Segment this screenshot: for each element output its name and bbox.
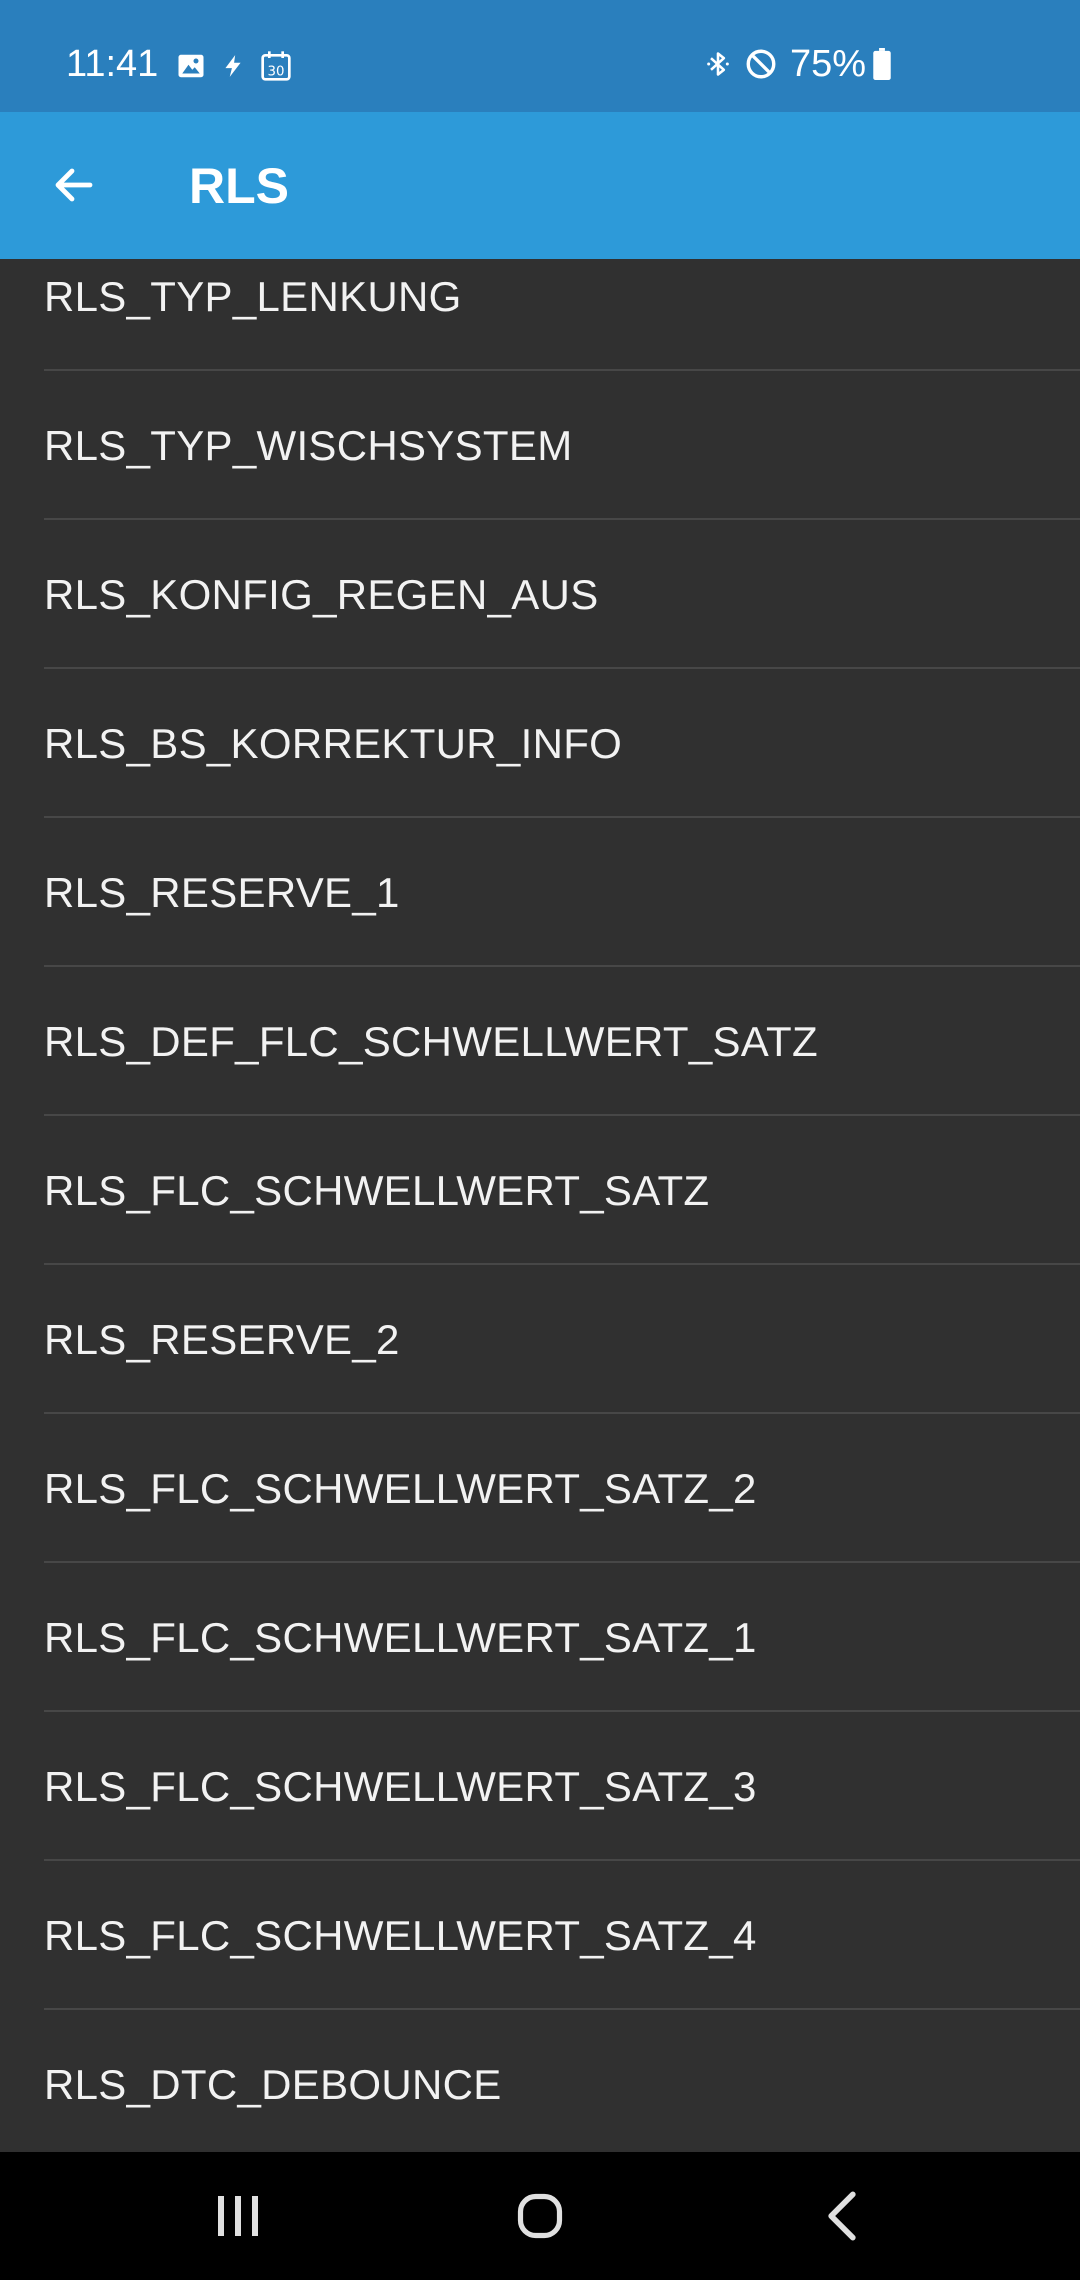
list-item[interactable]: RLS_FLC_SCHWELLWERT_SATZ xyxy=(0,1116,1080,1265)
navigation-bar xyxy=(0,2152,1080,2280)
parameter-list[interactable]: RLS_TYP_LENKUNG RLS_TYP_WISCHSYSTEM RLS_… xyxy=(0,259,1080,2152)
list-item-label: RLS_FLC_SCHWELLWERT_SATZ_2 xyxy=(44,1464,757,1512)
list-item[interactable]: RLS_BS_KORREKTUR_INFO xyxy=(0,669,1080,818)
list-item[interactable]: RLS_TYP_LENKUNG xyxy=(0,259,1080,371)
recents-icon xyxy=(218,2196,258,2236)
calendar-icon: 30 xyxy=(260,50,292,82)
back-button[interactable] xyxy=(34,145,114,225)
image-icon xyxy=(176,51,206,81)
battery-percent: 75% xyxy=(789,43,866,85)
list-item[interactable]: RLS_FLC_SCHWELLWERT_SATZ_2 xyxy=(0,1414,1080,1563)
status-left-icons: 30 xyxy=(176,50,306,82)
do-not-disturb-icon xyxy=(744,47,778,81)
calendar-day: 30 xyxy=(268,64,285,79)
home-icon xyxy=(517,2193,563,2239)
list-item[interactable]: RLS_RESERVE_1 xyxy=(0,818,1080,967)
app-bar: RLS xyxy=(0,112,1080,259)
status-right-icons: 75% xyxy=(704,42,904,86)
list-item-label: RLS_BS_KORREKTUR_INFO xyxy=(44,719,623,767)
list-item[interactable]: RLS_RESERVE_2 xyxy=(0,1265,1080,1414)
list-item-label: RLS_FLC_SCHWELLWERT_SATZ_3 xyxy=(44,1762,757,1810)
list-item[interactable]: RLS_FLC_SCHWELLWERT_SATZ_3 xyxy=(0,1712,1080,1861)
list-item[interactable]: RLS_DTC_DEBOUNCE xyxy=(0,2010,1080,2152)
list-item-label: RLS_FLC_SCHWELLWERT_SATZ_1 xyxy=(44,1613,757,1661)
home-button[interactable] xyxy=(480,2176,600,2256)
bolt-icon xyxy=(220,51,246,81)
list-item-label: RLS_TYP_LENKUNG xyxy=(44,272,462,320)
list-item[interactable]: RLS_DEF_FLC_SCHWELLWERT_SATZ xyxy=(0,967,1080,1116)
list-item[interactable]: RLS_FLC_SCHWELLWERT_SATZ_4 xyxy=(0,1861,1080,2010)
list-item-label: RLS_RESERVE_1 xyxy=(44,868,400,916)
system-back-button[interactable] xyxy=(782,2176,902,2256)
status-bar: 11:41 30 75% xyxy=(0,0,1080,112)
battery-icon xyxy=(872,48,892,80)
page-title: RLS xyxy=(189,158,289,214)
list-item-label: RLS_FLC_SCHWELLWERT_SATZ_4 xyxy=(44,1911,757,1959)
list-item[interactable]: RLS_FLC_SCHWELLWERT_SATZ_1 xyxy=(0,1563,1080,1712)
bluetooth-icon xyxy=(704,48,732,80)
list-item-label: RLS_FLC_SCHWELLWERT_SATZ xyxy=(44,1166,710,1214)
status-time: 11:41 xyxy=(66,43,159,85)
list-item-label: RLS_RESERVE_2 xyxy=(44,1315,400,1363)
arrow-left-icon xyxy=(55,168,93,202)
list-item-label: RLS_TYP_WISCHSYSTEM xyxy=(44,421,573,469)
list-item[interactable]: RLS_KONFIG_REGEN_AUS xyxy=(0,520,1080,669)
list-item-label: RLS_DEF_FLC_SCHWELLWERT_SATZ xyxy=(44,1017,818,1065)
back-icon xyxy=(828,2191,856,2241)
list-item-label: RLS_DTC_DEBOUNCE xyxy=(44,2060,502,2108)
recents-button[interactable] xyxy=(178,2176,298,2256)
list-item-label: RLS_KONFIG_REGEN_AUS xyxy=(44,570,599,618)
list-item[interactable]: RLS_TYP_WISCHSYSTEM xyxy=(0,371,1080,520)
